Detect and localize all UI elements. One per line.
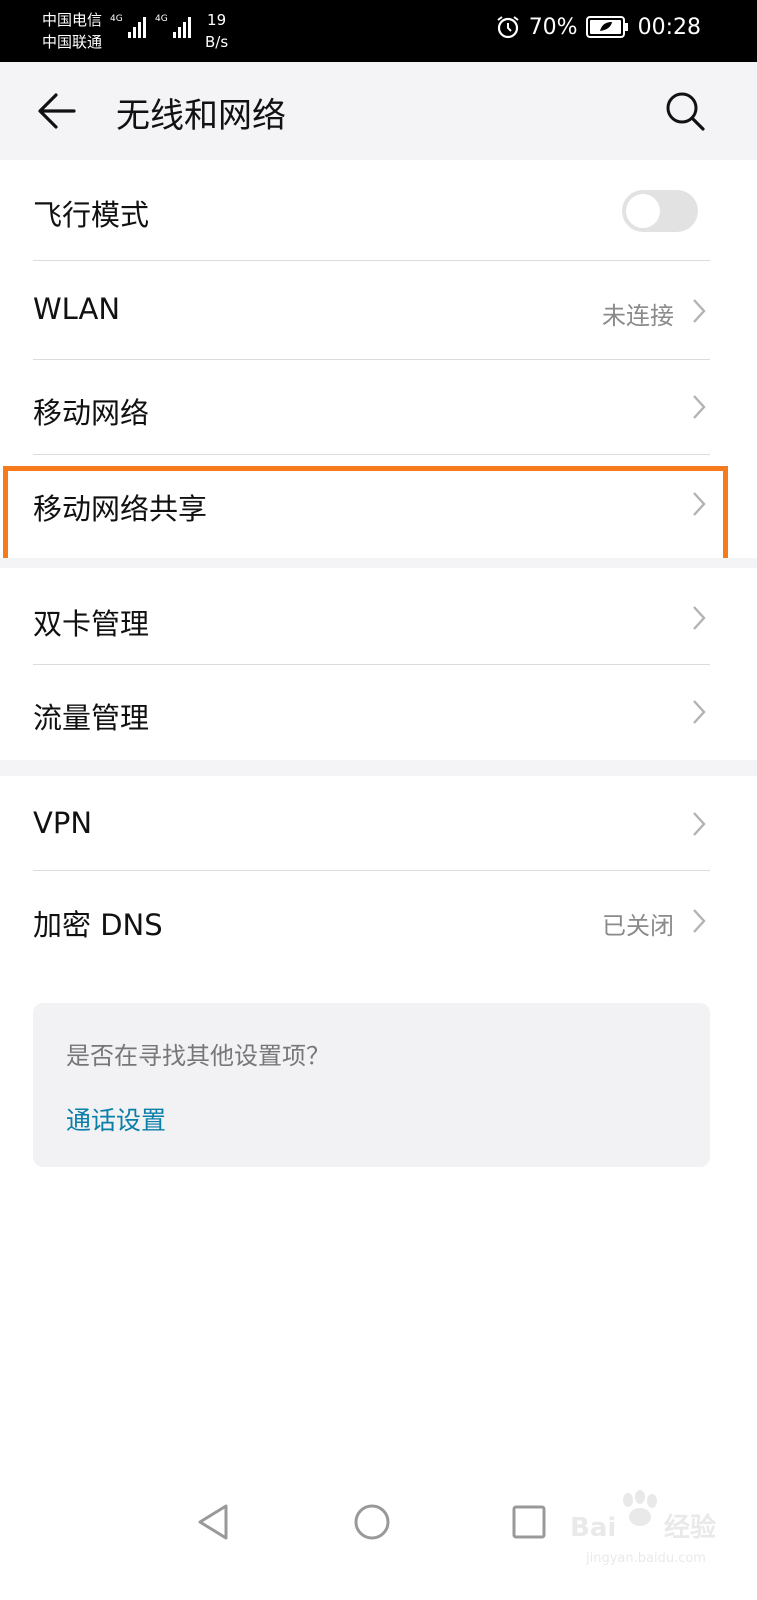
chevron-right-icon <box>693 299 706 323</box>
chevron-right-icon <box>693 909 706 933</box>
chevron-right-icon <box>693 700 706 724</box>
section-gap <box>0 760 757 776</box>
baidu-watermark: Bai 经验 jingyan.baidu.com <box>568 1490 738 1570</box>
page-title: 无线和网络 <box>116 96 286 136</box>
speed-value: 19 <box>207 11 227 29</box>
dual-sim-label: 双卡管理 <box>33 607 150 641</box>
nav-home-button[interactable] <box>352 1502 392 1546</box>
search-button[interactable] <box>664 90 706 136</box>
clock: 00:28 <box>637 14 701 40</box>
mobile-network-label: 移动网络 <box>33 396 150 430</box>
app-bar: 无线和网络 <box>0 62 757 160</box>
network-speed: 19 B/s <box>205 9 228 53</box>
airplane-mode-toggle[interactable] <box>622 190 698 232</box>
battery-percent: 70% <box>528 14 578 40</box>
speed-unit: B/s <box>205 33 229 51</box>
private-dns-status: 已关闭 <box>602 912 674 940</box>
vpn-row[interactable]: VPN <box>0 776 757 870</box>
square-recents-icon <box>512 1505 546 1539</box>
dual-sim-row[interactable]: 双卡管理 <box>0 568 757 664</box>
triangle-back-icon <box>198 1504 228 1540</box>
baidu-paw-logo: Bai 经验 jingyan.baidu.com <box>570 1490 716 1566</box>
vpn-label: VPN <box>33 806 93 840</box>
wlan-row[interactable]: WLAN 未连接 <box>0 261 757 359</box>
chevron-right-icon <box>693 395 706 419</box>
toggle-knob <box>626 194 660 228</box>
data-usage-label: 流量管理 <box>33 701 150 735</box>
svg-text:Bai: Bai <box>570 1513 616 1543</box>
carrier-2: 中国联通 <box>42 33 103 51</box>
mobile-network-row[interactable]: 移动网络 <box>0 360 757 454</box>
battery-icon <box>585 16 628 38</box>
back-arrow-icon <box>38 93 76 129</box>
nav-back-button[interactable] <box>195 1502 231 1546</box>
circle-home-icon <box>354 1504 390 1540</box>
tethering-row[interactable]: 移动网络共享 <box>0 455 757 553</box>
chevron-right-icon <box>693 492 706 516</box>
section-gap <box>0 558 757 568</box>
tethering-label: 移动网络共享 <box>33 492 208 526</box>
private-dns-label: 加密 DNS <box>33 908 163 942</box>
nav-recents-button[interactable] <box>510 1502 548 1546</box>
carrier-names: 中国电信 中国联通 <box>42 9 102 53</box>
carrier-1: 中国电信 <box>42 11 103 29</box>
wlan-label: WLAN <box>33 292 121 326</box>
suggestion-card: 是否在寻找其他设置项？ 通话设置 <box>33 1003 710 1167</box>
data-usage-row[interactable]: 流量管理 <box>0 665 757 760</box>
airplane-mode-label: 飞行模式 <box>33 198 150 232</box>
chevron-right-icon <box>693 812 706 836</box>
status-bar: 中国电信 中国联通 4G 4G 19 B/s 70% 00:28 <box>0 0 757 62</box>
alarm-icon <box>497 16 519 39</box>
wlan-status: 未连接 <box>602 302 674 330</box>
svg-text:经验: 经验 <box>664 1512 716 1543</box>
private-dns-row[interactable]: 加密 DNS 已关闭 <box>0 871 757 971</box>
suggestion-question: 是否在寻找其他设置项？ <box>66 1042 330 1070</box>
back-button[interactable] <box>36 90 78 136</box>
svg-text:jingyan.baidu.com: jingyan.baidu.com <box>585 1551 706 1566</box>
call-settings-link[interactable]: 通话设置 <box>66 1101 166 1137</box>
search-icon <box>666 92 705 131</box>
chevron-right-icon <box>693 606 706 630</box>
